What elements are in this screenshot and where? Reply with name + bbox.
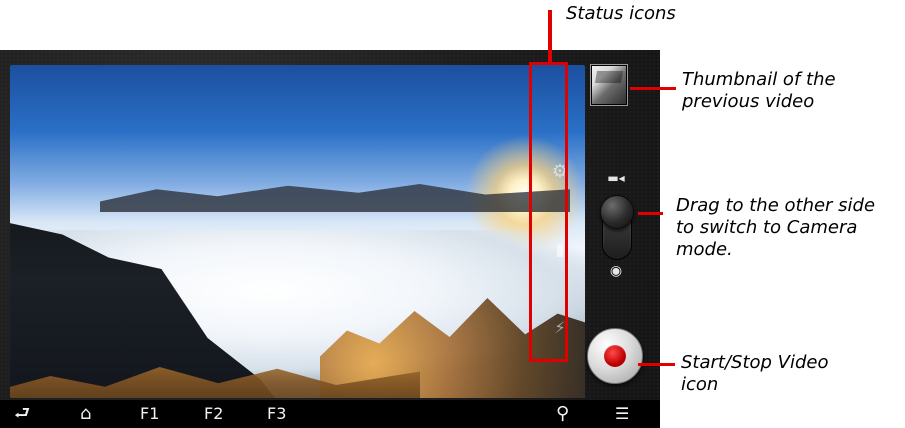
f3-key[interactable]: F3: [267, 400, 286, 428]
viewfinder: ⚙ ▮ ⚡ ▲: [10, 65, 585, 398]
video-mode-icon: ▬◂: [607, 171, 625, 185]
camera-video-mode-switch[interactable]: ▬◂ ◉: [594, 168, 638, 283]
status-icons-callout: Status icons: [566, 3, 676, 24]
search-icon[interactable]: ⚲: [556, 400, 569, 428]
previous-video-thumbnail[interactable]: [590, 64, 628, 106]
home-icon[interactable]: ⌂: [80, 400, 91, 428]
switch-callout-line: [638, 212, 663, 215]
mode-switch-knob[interactable]: [600, 195, 634, 229]
status-callout-line: [548, 10, 552, 65]
start-stop-video-button[interactable]: [587, 328, 643, 384]
f2-key[interactable]: F2: [204, 400, 223, 428]
android-navigation-bar: ⮐ ⌂ F1 F2 F3 ⚲ ☰: [0, 400, 660, 428]
thumbnail-callout: Thumbnail of the previous video: [682, 69, 836, 112]
switch-callout: Drag to the other side to switch to Came…: [676, 195, 876, 260]
status-icons-highlight: [529, 62, 568, 362]
record-callout-line: [638, 363, 675, 366]
menu-icon[interactable]: ☰: [615, 400, 629, 428]
record-icon: [604, 345, 626, 367]
camera-mode-icon: ◉: [609, 263, 623, 279]
f1-key[interactable]: F1: [140, 400, 159, 428]
thumbnail-callout-line: [630, 87, 676, 90]
record-callout: Start/Stop Video icon: [681, 352, 829, 395]
back-icon[interactable]: ⮐: [14, 400, 30, 428]
